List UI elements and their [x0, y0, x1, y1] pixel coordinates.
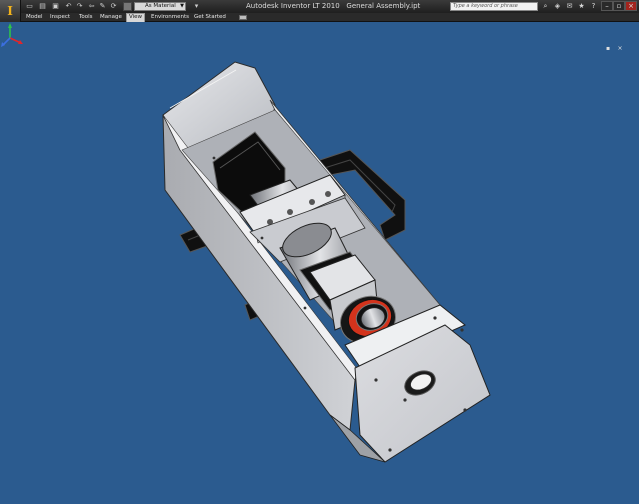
tab-model[interactable]: Model — [26, 13, 43, 22]
viewport-restore-icon[interactable]: ▪ — [603, 45, 613, 52]
update-icon[interactable]: ⟳ — [109, 2, 118, 11]
window-title: Autodesk Inventor LT 2010 General Assemb… — [246, 2, 420, 10]
new-icon[interactable]: ▭ — [25, 2, 34, 11]
ribbon-minimize-icon[interactable] — [239, 15, 247, 20]
select-icon[interactable]: ▾ — [192, 2, 201, 11]
title-bar: I ▭ ▤ ▣ ↶ ↷ ⇦ ✎ ⟳ As Material ▼ ▾ Autode… — [0, 0, 639, 22]
application-menu-button[interactable]: I — [0, 0, 21, 22]
help-icon[interactable]: ? — [589, 2, 598, 11]
undo-icon[interactable]: ↶ — [64, 2, 73, 11]
tab-manage[interactable]: Manage — [100, 13, 122, 22]
material-value: As Material — [145, 3, 176, 9]
assembly-model — [162, 61, 491, 463]
axis-triad-icon — [1, 23, 23, 47]
tab-tools[interactable]: Tools — [79, 13, 93, 22]
save-icon[interactable]: ▣ — [51, 2, 60, 11]
redo-icon[interactable]: ↷ — [75, 2, 84, 11]
minimize-icon[interactable]: – — [601, 1, 613, 11]
material-dropdown[interactable]: As Material ▼ — [134, 2, 186, 11]
chevron-down-icon: ▼ — [180, 3, 184, 9]
open-icon[interactable]: ▤ — [38, 2, 47, 11]
favorites-icon[interactable]: ★ — [577, 2, 586, 11]
tab-inspect[interactable]: Inspect — [50, 13, 70, 22]
restore-icon[interactable]: ▫ — [613, 1, 625, 11]
tab-get-started[interactable]: Get Started — [194, 13, 226, 22]
viewport-close-icon[interactable]: × — [615, 45, 625, 52]
communication-icon[interactable]: ✉ — [565, 2, 574, 11]
sketch-icon[interactable]: ✎ — [98, 2, 107, 11]
document-title: General Assembly.ipt — [346, 2, 421, 10]
search-go-icon[interactable]: ⌕ — [541, 2, 550, 11]
tab-view[interactable]: View — [126, 13, 146, 22]
return-icon[interactable]: ⇦ — [87, 2, 96, 11]
infocenter-icon[interactable]: ◈ — [553, 2, 562, 11]
graphics-viewport[interactable]: ▪ × — [0, 22, 639, 504]
material-icon — [123, 2, 132, 11]
close-icon[interactable]: × — [625, 1, 637, 11]
search-input[interactable]: Type a keyword or phrase — [450, 2, 538, 11]
tab-environments[interactable]: Environments — [151, 13, 189, 22]
app-title: Autodesk Inventor LT 2010 — [246, 2, 340, 10]
inventor-window: I ▭ ▤ ▣ ↶ ↷ ⇦ ✎ ⟳ As Material ▼ ▾ Autode… — [0, 0, 639, 504]
ribbon-tabs: Model Inspect Tools Manage View Environm… — [0, 13, 639, 22]
